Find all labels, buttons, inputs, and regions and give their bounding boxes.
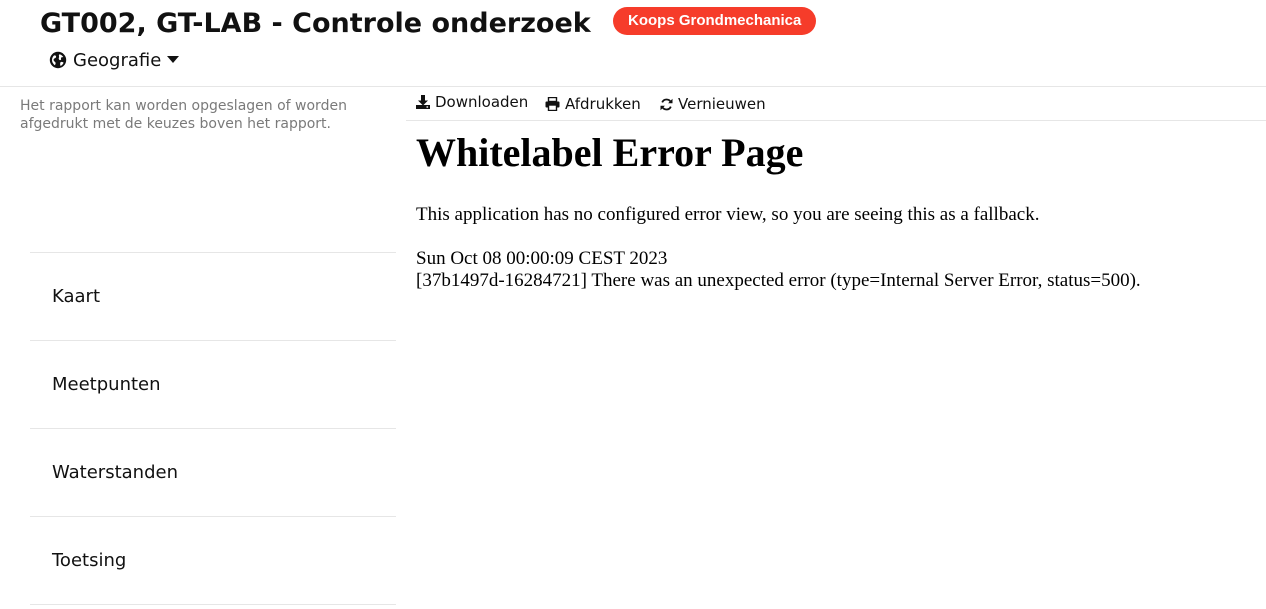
print-label: Afdrukken [565, 95, 641, 113]
sidebar-item-kaart[interactable]: Kaart [30, 253, 396, 341]
sidebar: Het rapport kan worden opgeslagen of wor… [0, 87, 406, 609]
sidebar-note: Het rapport kan worden opgeslagen of wor… [20, 98, 347, 132]
download-button[interactable]: Downloaden [416, 92, 528, 112]
refresh-label: Vernieuwen [678, 95, 766, 113]
company-badge[interactable]: Koops Grondmechanica [613, 7, 817, 35]
page-title: GT002, GT-LAB - Controle onderzoek [40, 8, 591, 39]
app-header: GT002, GT-LAB - Controle onderzoek Koops… [0, 0, 1266, 87]
refresh-button[interactable]: Vernieuwen [660, 94, 766, 114]
sidebar-item-meetpunten[interactable]: Meetpunten [30, 341, 396, 429]
refresh-icon [660, 98, 673, 111]
error-timestamp: Sun Oct 08 00:00:09 CEST 2023 [416, 248, 668, 269]
sidebar-nav: Kaart Meetpunten Waterstanden Toetsing [30, 252, 396, 605]
print-icon [545, 97, 560, 111]
geografie-dropdown[interactable]: Geografie [49, 46, 180, 74]
download-label: Downloaden [435, 93, 529, 111]
globe-icon [49, 51, 67, 69]
caret-down-icon [167, 56, 180, 64]
report-toolbar: Downloaden Afdrukken Vernieuwen [406, 87, 1266, 121]
sidebar-item-toetsing[interactable]: Toetsing [30, 517, 396, 605]
error-message: This application has no configured error… [416, 204, 1040, 225]
download-icon [416, 95, 430, 109]
error-title: Whitelabel Error Page [416, 130, 804, 175]
error-detail: [37b1497d-16284721] There was an unexpec… [416, 270, 1141, 291]
geografie-label: Geografie [73, 49, 162, 71]
print-button[interactable]: Afdrukken [545, 94, 641, 114]
sidebar-item-waterstanden[interactable]: Waterstanden [30, 429, 396, 517]
